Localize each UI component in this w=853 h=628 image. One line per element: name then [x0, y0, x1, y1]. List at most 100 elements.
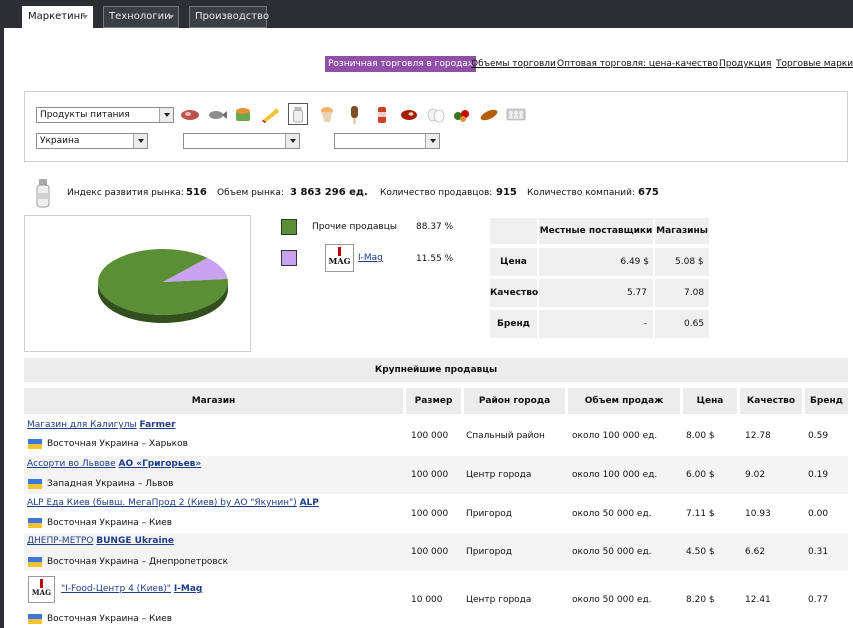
legend-percent-others: 88.37 % — [416, 222, 454, 232]
country-select[interactable]: Украина — [36, 133, 148, 149]
market-stats: Индекс развития рынка: 516 Объем рынка: … — [0, 185, 853, 201]
brand-value-cell: 0.00 — [808, 509, 829, 519]
vegetables-icon[interactable] — [452, 103, 472, 125]
price-cell: 8.20 $ — [686, 595, 715, 605]
brand-value-cell: 0.31 — [808, 547, 829, 557]
brand-link[interactable]: Farmer — [139, 420, 175, 430]
sellers-header-shop: Магазин — [24, 388, 403, 414]
chevron-down-icon — [425, 134, 439, 148]
brand-link[interactable]: ALP — [300, 498, 319, 508]
egg-tray-icon[interactable] — [506, 103, 526, 125]
comparison-label-brand: Бренд — [490, 310, 537, 338]
brand-link[interactable]: I-Mag — [174, 584, 203, 594]
sub-nav: Розничная торговля в городах Объемы торг… — [0, 56, 853, 72]
market-index-value: 516 — [186, 187, 207, 198]
brand-value-cell: 0.77 — [808, 595, 829, 605]
shop-link[interactable]: "I-Food-Центр 4 (Киев)" — [61, 584, 171, 594]
sausage-icon[interactable] — [180, 103, 200, 125]
tab-technologies[interactable]: Технологии — [103, 6, 179, 28]
soft-drink-icon[interactable] — [372, 103, 392, 125]
product-group-value: Продукты питания — [40, 110, 130, 120]
market-share-chart-box — [24, 215, 251, 352]
shop-link[interactable]: Ассорти во Львове — [27, 459, 116, 469]
subnav-retail-cities[interactable]: Розничная торговля в городах — [325, 56, 477, 72]
fish-icon[interactable] — [207, 103, 227, 125]
imag-logo: MAG — [325, 244, 354, 272]
chevron-down-icon — [285, 134, 299, 148]
product-group-select[interactable]: Продукты питания — [36, 107, 174, 123]
subnav-wholesale[interactable]: Оптовая торговля: цена-качество — [557, 56, 718, 72]
largest-sellers-title: Крупнейшие продавцы — [24, 358, 848, 382]
region-text: Восточная Украина – Киев — [47, 614, 173, 624]
imag-logo: MAG — [28, 576, 55, 603]
companies-count-value: 675 — [638, 187, 659, 198]
subnav-products[interactable]: Продукция — [719, 56, 771, 72]
comparison-shops-quality: 7.08 — [655, 279, 709, 307]
quality-cell: 9.02 — [745, 470, 766, 480]
volume-cell: около 50 000 ед. — [572, 547, 652, 557]
comparison-label-price: Цена — [490, 248, 537, 276]
brand-link[interactable]: BUNGE Ukraine — [96, 536, 174, 546]
subnav-trade-volumes[interactable]: Объемы торговли — [471, 56, 556, 72]
size-cell: 10 000 — [411, 595, 443, 605]
logo-mark — [40, 579, 43, 588]
comparison-local-brand: - — [539, 310, 653, 338]
sellers-header-quality: Качество — [740, 388, 802, 414]
sellers-header-volume: Объем продаж — [568, 388, 680, 414]
country-value: Украина — [40, 136, 80, 146]
price-cell: 4.50 $ — [686, 547, 715, 557]
comparison-local-price: 6.49 $ — [539, 248, 653, 276]
district-cell: Центр города — [466, 470, 532, 480]
district-cell: Пригород — [466, 509, 513, 519]
sellers-header-price: Цена — [683, 388, 737, 414]
legend-link-imag[interactable]: I-Mag — [358, 251, 383, 265]
legend-label-others: Прочие продавцы — [312, 222, 397, 232]
region-text: Восточная Украина – Днепропетровск — [47, 557, 229, 567]
chevron-down-icon — [82, 15, 88, 19]
eggs-icon[interactable] — [426, 103, 446, 125]
quality-cell: 12.78 — [745, 431, 771, 441]
shop-cell: Магазин для Калигулы Farmer — [27, 419, 176, 431]
sellers-header-brand: Бренд — [805, 388, 848, 414]
sellers-header-district: Район города — [464, 388, 565, 414]
size-cell: 100 000 — [411, 547, 449, 557]
milk-bottle-icon[interactable] — [288, 103, 308, 125]
meat-icon[interactable] — [399, 103, 419, 125]
district-cell: Спальный район — [466, 431, 545, 441]
shop-cell: "I-Food-Центр 4 (Киев)" I-Mag — [61, 583, 202, 595]
brand-value-cell: 0.59 — [808, 431, 829, 441]
sellers-count-label: Количество продавцов: — [380, 188, 493, 198]
left-border — [0, 28, 4, 628]
tab-marketing[interactable]: Маркетинг — [22, 6, 93, 28]
brand-link[interactable]: АО «Григорьев» — [119, 459, 202, 469]
tab-technologies-label: Технологии — [109, 11, 171, 22]
shop-link[interactable]: ДНЕПР-МЕТРО — [27, 536, 93, 546]
shop-cell: ДНЕПР-МЕТРО BUNGE Ukraine — [27, 535, 174, 547]
shop-cell: ALP Еда Киев (бывш. МегаПрод 2 (Киев) by… — [27, 497, 319, 509]
ukraine-flag-icon — [28, 614, 42, 624]
comparison-local-quality: 5.77 — [539, 279, 653, 307]
tab-production[interactable]: Производство — [189, 6, 270, 28]
canned-food-icon[interactable] — [233, 103, 253, 125]
comparison-header-local: Местные поставщики — [539, 218, 653, 244]
city-select[interactable] — [334, 133, 440, 149]
ukraine-flag-icon — [28, 557, 42, 567]
quality-cell: 10.93 — [745, 509, 771, 519]
shop-link[interactable]: Магазин для Калигулы — [27, 420, 137, 430]
ukraine-flag-icon — [28, 439, 42, 449]
ice-cream-cup-icon[interactable] — [317, 103, 337, 125]
cheese-icon[interactable] — [260, 103, 280, 125]
ice-cream-stick-icon[interactable] — [344, 103, 364, 125]
tab-production-label: Производство — [195, 11, 270, 22]
subnav-brands[interactable]: Торговые марки — [776, 56, 853, 72]
comparison-header-shops: Магазины — [655, 218, 709, 244]
ukraine-flag-icon — [28, 479, 42, 489]
region-select[interactable] — [183, 133, 300, 149]
region-text: Восточная Украина – Харьков — [47, 439, 188, 449]
shop-link[interactable]: ALP Еда Киев (бывш. МегаПрод 2 (Киев) by… — [27, 498, 297, 508]
ukraine-flag-icon — [28, 518, 42, 528]
bread-icon[interactable] — [479, 103, 499, 125]
sellers-count-value: 915 — [496, 187, 517, 198]
comparison-corner — [490, 218, 537, 244]
filter-panel — [24, 91, 848, 162]
